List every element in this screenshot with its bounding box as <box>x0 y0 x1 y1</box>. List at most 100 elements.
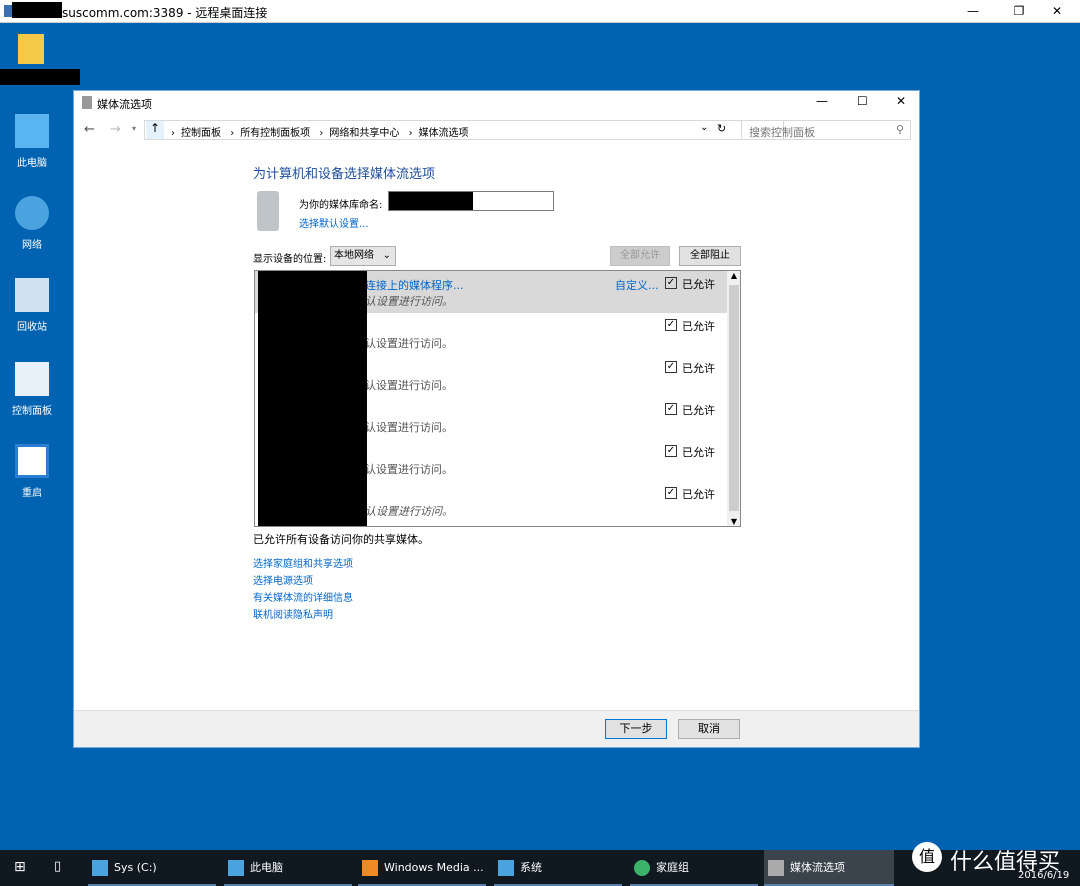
device-desc: 认设置进行访问。 <box>365 463 453 476</box>
homegroup-link[interactable]: 选择家庭组和共享选项 <box>253 555 353 570</box>
taskbar-item[interactable]: 此电脑 <box>224 850 352 886</box>
minimize-button[interactable]: — <box>950 0 996 23</box>
forward-icon[interactable]: → <box>110 122 121 137</box>
label: 媒体流选项 <box>790 861 845 874</box>
breadcrumb-item[interactable]: 媒体流选项 <box>419 128 469 139</box>
computer-icon <box>15 114 49 148</box>
drive-icon <box>92 860 108 876</box>
label: 网络 <box>22 240 42 251</box>
scroll-up-icon[interactable]: ▲ <box>727 271 740 280</box>
media-server-icon <box>257 191 279 231</box>
media-player-icon <box>362 860 378 876</box>
taskbar-item[interactable]: 系统 <box>494 850 622 886</box>
desktop-this-pc[interactable]: 此电脑 <box>6 114 58 169</box>
close-button[interactable]: ✕ <box>1034 0 1080 23</box>
show-devices-label: 显示设备的位置: <box>253 254 327 265</box>
refresh-icon[interactable]: ↻ <box>717 122 726 135</box>
task-view-icon[interactable]: ▯ <box>54 859 61 874</box>
breadcrumb-item[interactable]: 网络和共享中心 <box>329 128 399 139</box>
desktop-recycle-bin[interactable]: 回收站 <box>6 278 58 333</box>
label: 家庭组 <box>656 861 689 874</box>
customize-link[interactable]: 自定义... <box>615 277 659 293</box>
close-button[interactable]: ✕ <box>896 94 906 108</box>
device-desc: 认设置进行访问。 <box>365 379 453 392</box>
search-input[interactable]: 搜索控制面板 ⚲ <box>741 120 911 140</box>
rdp-title-bar: suscomm.com:3389 - 远程桌面连接 — ❐ ✕ <box>0 0 1080 23</box>
redaction <box>0 69 80 85</box>
power-options-link[interactable]: 选择电源选项 <box>253 572 313 587</box>
cancel-button[interactable]: 取消 <box>678 719 740 739</box>
device-name-link[interactable]: 连接上的媒体程序... <box>365 277 464 293</box>
address-bar[interactable]: › 控制面板 › 所有控制面板项 › 网络和共享中心 › 媒体流选项 ⌄ ↻ <box>144 120 784 140</box>
allowed-checkbox[interactable]: ✓ <box>665 361 677 373</box>
allowed-label: 已允许 <box>682 362 715 375</box>
button-bar: 下一步 取消 <box>74 710 919 747</box>
back-icon[interactable]: ← <box>84 122 95 137</box>
label: Windows Media ... <box>384 861 484 874</box>
label: Sys (C:) <box>114 861 157 874</box>
desktop-control-panel[interactable]: 控制面板 <box>6 362 58 417</box>
user-folder-icon[interactable] <box>18 34 44 64</box>
next-button[interactable]: 下一步 <box>605 719 667 739</box>
breadcrumb-item[interactable]: 控制面板 <box>181 128 221 139</box>
location-select[interactable]: 本地网络 ⌄ <box>330 246 396 266</box>
taskbar-item-active[interactable]: 媒体流选项 <box>764 850 894 886</box>
desktop-restart[interactable]: 重启 <box>6 444 58 499</box>
scrollbar[interactable]: ▲ ▼ <box>727 271 740 526</box>
chevron-right-icon: › <box>230 128 235 139</box>
address-dropdown-icon[interactable]: ⌄ <box>700 122 708 133</box>
taskbar-item[interactable]: Sys (C:) <box>88 850 216 886</box>
scroll-down-icon[interactable]: ▼ <box>727 517 740 526</box>
allowed-checkbox[interactable]: ✓ <box>665 487 677 499</box>
choose-default-settings-link[interactable]: 选择默认设置... <box>299 215 369 230</box>
device-desc: 认设置进行访问。 <box>365 337 453 350</box>
label: 此电脑 <box>17 158 47 169</box>
media-icon <box>82 96 92 109</box>
block-all-button[interactable]: 全部阻止 <box>679 246 741 266</box>
library-name-label: 为你的媒体库命名: <box>299 200 383 211</box>
chevron-right-icon: › <box>319 128 324 139</box>
chevron-right-icon: › <box>171 128 175 139</box>
media-streaming-window: 媒体流选项 — ☐ ✕ ← → ▾ ↑ › 控制面板 › 所有控制面板项 › 网络和共… <box>73 90 920 748</box>
allowed-checkbox[interactable]: ✓ <box>665 403 677 415</box>
label: 重启 <box>22 488 42 499</box>
label: 系统 <box>520 861 542 874</box>
control-panel-icon <box>15 362 49 396</box>
taskbar-item[interactable]: 家庭组 <box>630 850 758 886</box>
label: 控制面板 <box>12 406 52 417</box>
maximize-button[interactable]: ☐ <box>857 94 868 108</box>
redaction <box>258 271 367 526</box>
media-streaming-info-link[interactable]: 有关媒体流的详细信息 <box>253 589 353 604</box>
chevron-right-icon: › <box>408 128 413 139</box>
device-desc: 认设置进行访问。 <box>365 295 453 308</box>
allowed-checkbox[interactable]: ✓ <box>665 319 677 331</box>
allowed-checkbox[interactable]: ✓ <box>665 277 677 289</box>
device-list: 连接上的媒体程序... 认设置进行访问。 自定义... ✓ 已允许 认设置进行访… <box>254 270 741 527</box>
device-desc: 认设置进行访问。 <box>365 421 453 434</box>
chevron-down-icon: ⌄ <box>382 250 391 261</box>
label: 回收站 <box>17 322 47 333</box>
privacy-link[interactable]: 联机阅读隐私声明 <box>253 606 333 621</box>
location-value: 本地网络 <box>334 250 374 261</box>
rdp-title: suscomm.com:3389 - 远程桌面连接 <box>62 6 268 20</box>
scroll-thumb[interactable] <box>729 285 739 511</box>
allow-all-button[interactable]: 全部允许 <box>610 246 670 266</box>
breadcrumb-item[interactable]: 所有控制面板项 <box>240 128 310 139</box>
window-title: 媒体流选项 <box>97 98 152 111</box>
start-icon[interactable]: ⊞ <box>14 859 26 875</box>
allowed-label: 已允许 <box>682 404 715 417</box>
taskbar-item[interactable]: Windows Media ... <box>358 850 486 886</box>
network-icon <box>15 196 49 230</box>
summary-text: 已允许所有设备访问你的共享媒体。 <box>253 533 429 546</box>
redaction <box>12 2 62 18</box>
window-title-bar: 媒体流选项 — ☐ ✕ <box>74 91 919 115</box>
allowed-label: 已允许 <box>682 488 715 501</box>
minimize-button[interactable]: — <box>816 94 828 108</box>
allowed-label: 已允许 <box>682 278 715 291</box>
recent-chevron-icon[interactable]: ▾ <box>132 124 136 133</box>
system-icon <box>498 860 514 876</box>
desktop-network[interactable]: 网络 <box>6 196 58 251</box>
media-icon <box>768 860 784 876</box>
allowed-checkbox[interactable]: ✓ <box>665 445 677 457</box>
library-name-input[interactable] <box>388 191 554 211</box>
